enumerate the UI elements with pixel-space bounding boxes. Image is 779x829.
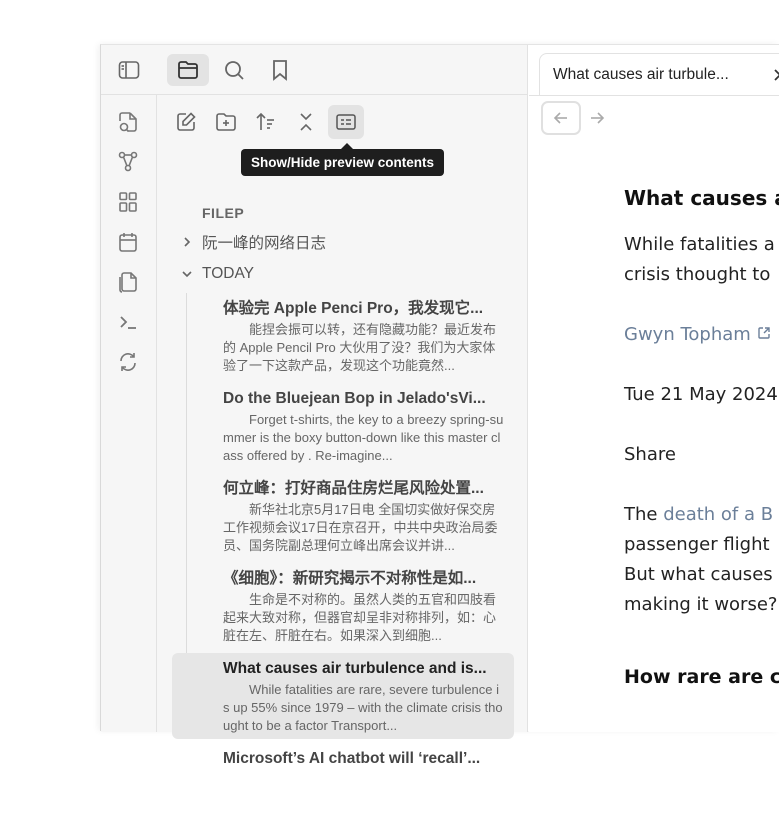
note-preview: Forget t-shirts, the key to a breezy spr… bbox=[223, 412, 504, 463]
app-window: FILEP Show/Hide preview contents 阮一峰的网络日… bbox=[100, 44, 779, 767]
paragraph-text: The bbox=[624, 504, 664, 525]
folder-item[interactable]: TODAY bbox=[181, 265, 254, 283]
editor-tab[interactable]: What causes air turbule... bbox=[539, 53, 779, 95]
copy-icon bbox=[119, 272, 137, 293]
paragraph-line: making it worse? bbox=[624, 594, 778, 615]
arrow-right-icon bbox=[591, 112, 605, 124]
paragraph-line: crisis thought to bbox=[624, 264, 771, 285]
external-link-icon bbox=[757, 327, 770, 339]
navigate-back-button[interactable] bbox=[541, 101, 581, 135]
paragraph-line: passenger flight bbox=[624, 534, 770, 555]
note-title: 体验完 Apple Penci Pro，我发现它... bbox=[223, 300, 484, 317]
graph-icon bbox=[118, 151, 138, 172]
article-heading: What causes ai bbox=[624, 186, 779, 210]
bookmarks-tab[interactable] bbox=[259, 54, 301, 86]
search-tab[interactable] bbox=[213, 54, 255, 86]
arrow-left-icon bbox=[553, 112, 567, 124]
sync-icon bbox=[120, 353, 136, 371]
section-label: FILEP bbox=[202, 205, 245, 221]
tab-bar-divider bbox=[529, 95, 779, 96]
preview-toggle-button[interactable] bbox=[328, 105, 364, 139]
open-daily-note-button[interactable] bbox=[115, 229, 141, 255]
search-icon bbox=[225, 61, 244, 80]
file-explorer-tab[interactable] bbox=[167, 54, 209, 86]
new-note-button[interactable] bbox=[168, 105, 204, 139]
folder-icon bbox=[178, 61, 198, 79]
open-canvas-button[interactable] bbox=[115, 189, 141, 215]
left-sidebar: FILEP Show/Hide preview contents 阮一峰的网络日… bbox=[101, 45, 528, 767]
bookmark-icon bbox=[273, 60, 287, 81]
open-graph-view-button[interactable] bbox=[115, 149, 141, 175]
navigate-forward-button[interactable] bbox=[577, 101, 617, 135]
collapse-all-button[interactable] bbox=[288, 105, 324, 139]
note-preview: 生命是不对称的。虽然人类的五官和四肢看起来大致对称，但器官却呈非对称排列，如：心… bbox=[223, 592, 497, 643]
preview-toggle-icon bbox=[336, 114, 356, 130]
note-title: 《细胞》：新研究揭示不对称性是如... bbox=[223, 570, 477, 587]
author-name: Gwyn Topham bbox=[624, 324, 751, 345]
open-quick-switcher-button[interactable] bbox=[115, 109, 141, 135]
editor-pane: What causes air turbule... What causes a… bbox=[529, 45, 779, 732]
note-item[interactable]: 体验完 Apple Penci Pro，我发现它... 能捏会振可以转，还有隐藏… bbox=[172, 293, 514, 379]
paragraph-line: But what causes bbox=[624, 564, 773, 585]
new-note-icon bbox=[177, 112, 196, 131]
note-title: Microsoft’s AI chatbot will ‘recall’... bbox=[223, 750, 481, 767]
ribbon bbox=[101, 95, 157, 732]
note-item[interactable]: Do the Bluejean Bop in Jelado'sVi... For… bbox=[172, 383, 514, 469]
file-explorer: FILEP Show/Hide preview contents 阮一峰的网络日… bbox=[157, 95, 528, 767]
tab-title: What causes air turbule... bbox=[553, 65, 729, 83]
note-item[interactable]: 何立峰：打好商品住房烂尾风险处置... 新华社北京5月17日电 全国切实做好保交… bbox=[172, 473, 514, 559]
calendar-icon bbox=[119, 233, 137, 252]
paragraph-line: While fatalities a bbox=[624, 234, 775, 255]
sort-icon bbox=[256, 112, 274, 130]
folder-label: 阮一峰的网络日志 bbox=[202, 235, 327, 252]
tooltip: Show/Hide preview contents bbox=[241, 143, 445, 176]
chevron-right-icon bbox=[181, 236, 197, 248]
terminal-icon bbox=[120, 316, 136, 329]
note-preview bbox=[223, 771, 504, 825]
inline-link[interactable]: death of a B bbox=[663, 504, 773, 525]
note-preview: 能捏会振可以转，还有隐藏功能？最近发布的 Apple Pencil Pro 大伙… bbox=[223, 322, 497, 373]
new-note-icon bbox=[119, 112, 137, 133]
new-folder-icon bbox=[216, 113, 236, 131]
note-item-active[interactable]: What causes air turbulence and is... Whi… bbox=[172, 653, 514, 739]
change-sort-order-button[interactable] bbox=[248, 105, 284, 139]
note-item[interactable]: Microsoft’s AI chatbot will ‘recall’... bbox=[172, 743, 514, 829]
article-date: Tue 21 May 2024 bbox=[624, 384, 778, 405]
note-title: Do the Bluejean Bop in Jelado'sVi... bbox=[223, 390, 486, 407]
note-preview: 新华社北京5月17日电 全国切实做好保交房工作视频会议17日在京召开，中共中央政… bbox=[223, 502, 498, 553]
insert-template-button[interactable] bbox=[115, 269, 141, 295]
paragraph-line: The death of a B bbox=[624, 504, 773, 525]
open-command-palette-button[interactable] bbox=[115, 309, 141, 335]
new-folder-button[interactable] bbox=[208, 105, 244, 139]
sidebar-toggle-icon bbox=[118, 61, 140, 79]
note-preview: While fatalities are rare, severe turbul… bbox=[223, 682, 503, 733]
note-item[interactable]: 《细胞》：新研究揭示不对称性是如... 生命是不对称的。虽然人类的五官和四肢看起… bbox=[172, 563, 514, 649]
note-title: 何立峰：打好商品住房烂尾风险处置... bbox=[223, 480, 484, 497]
author-link[interactable]: Gwyn Topham bbox=[624, 324, 771, 345]
note-title: What causes air turbulence and is... bbox=[223, 660, 487, 677]
chevron-down-icon bbox=[181, 268, 197, 280]
section-heading: How rare are ca bbox=[624, 666, 779, 688]
sidebar-toggle-button[interactable] bbox=[108, 54, 150, 86]
sidebar-top-toolbar bbox=[101, 45, 528, 95]
share-text: Share bbox=[624, 444, 676, 465]
folder-item[interactable]: 阮一峰的网络日志 bbox=[181, 231, 326, 253]
canvas-icon bbox=[119, 192, 137, 212]
sync-button[interactable] bbox=[115, 349, 141, 375]
close-icon[interactable] bbox=[772, 67, 779, 88]
collapse-all-icon bbox=[300, 113, 312, 131]
folder-label: TODAY bbox=[202, 265, 254, 282]
